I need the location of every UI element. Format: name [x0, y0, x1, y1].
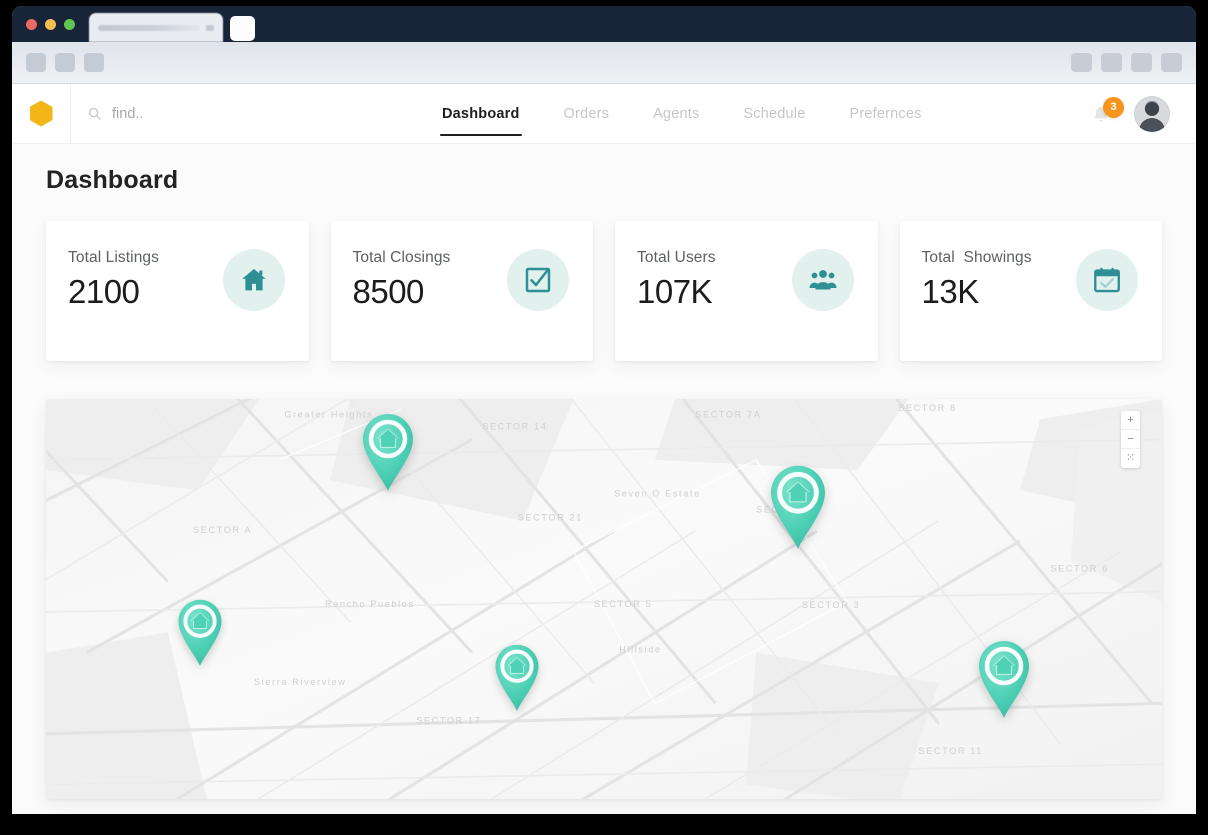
nav-item-schedule[interactable]: Schedule [721, 84, 827, 144]
check-square-icon [525, 267, 551, 293]
extension-button-1[interactable] [1071, 53, 1092, 72]
stat-card-label: Total Listings [68, 249, 160, 266]
browser-tabstrip: x + [12, 6, 1196, 42]
stat-card-text: Total Closings 8500 [353, 247, 451, 311]
avatar[interactable] [1134, 95, 1170, 132]
home-icon [241, 269, 266, 291]
map-marker-2[interactable] [765, 464, 832, 557]
svg-text:SECTOR 14: SECTOR 14 [482, 421, 547, 431]
browser-window: x + [12, 6, 1196, 814]
stat-card-value: 13K [921, 273, 980, 310]
nav-item-orders[interactable]: Orders [542, 84, 632, 144]
hexagon-logo-icon [29, 100, 53, 127]
svg-text:SECTOR 8: SECTOR 8 [898, 403, 956, 413]
svg-text:SECTOR 6: SECTOR 6 [1050, 563, 1108, 573]
map-zoom-in-button[interactable]: + [1121, 411, 1140, 430]
extension-button-2[interactable] [1101, 53, 1122, 72]
window-traffic-lights [26, 6, 89, 42]
new-tab-button[interactable]: + [230, 16, 255, 41]
svg-text:SECTOR 7A: SECTOR 7A [695, 409, 761, 419]
nav-item-agents[interactable]: Agents [631, 84, 721, 144]
map-locate-button[interactable]: ⁙ [1121, 449, 1140, 468]
search-input[interactable] [112, 105, 302, 122]
svg-text:SECTOR A: SECTOR A [193, 525, 252, 535]
users-icon [809, 270, 836, 290]
back-button[interactable] [26, 53, 46, 72]
map-marker-1[interactable] [357, 412, 419, 498]
stat-card-label: Total Closings [352, 249, 451, 266]
stat-card-value: 8500 [352, 273, 425, 310]
browser-toolbar [12, 42, 1196, 84]
stat-card-text: Total Showings 13K [922, 247, 1032, 311]
svg-text:SECTOR 3: SECTOR 3 [802, 600, 860, 610]
stat-card-label: Total Showings [921, 249, 1032, 266]
page-content: Dashboard Total Listings 2100 Total Clos… [12, 144, 1196, 361]
stat-card-icon-circle [507, 249, 569, 311]
stats-card-row: Total Listings 2100 Total Closings 8500 … [46, 221, 1162, 361]
browser-toolbar-left [26, 53, 104, 72]
map-marker-4[interactable] [490, 643, 543, 717]
close-icon[interactable]: x [206, 24, 214, 31]
svg-text:SECTOR 5: SECTOR 5 [594, 599, 652, 609]
stat-card-value: 2100 [68, 273, 140, 310]
stat-card-text: Total Listings 2100 [68, 247, 159, 311]
stat-card-value: 107K [637, 273, 713, 310]
map-zoom-controls[interactable]: + − ⁙ [1121, 411, 1140, 468]
browser-tab-title [98, 24, 200, 31]
reload-button[interactable] [84, 53, 104, 72]
stat-card-icon-circle [791, 249, 854, 311]
app-header: Dashboard Orders Agents Schedule Prefern… [12, 83, 1196, 144]
browser-toolbar-right [1071, 53, 1182, 72]
svg-text:Seven O Estate: Seven O Estate [614, 488, 701, 498]
nav-item-preferences[interactable]: Prefernces [827, 84, 943, 144]
svg-text:SECTOR 21: SECTOR 21 [518, 513, 583, 523]
stat-card-label: Total Users [637, 249, 716, 266]
map-zoom-out-button[interactable]: − [1121, 430, 1140, 449]
application-root: Dashboard Orders Agents Schedule Prefern… [12, 83, 1196, 814]
page-title: Dashboard [46, 166, 179, 194]
stat-card-total-closings[interactable]: Total Closings 8500 [330, 221, 593, 361]
search-box[interactable] [70, 83, 328, 144]
maximize-window-button[interactable] [64, 18, 75, 30]
forward-button[interactable] [55, 53, 75, 72]
calendar-check-icon [1094, 267, 1120, 293]
stat-card-total-listings[interactable]: Total Listings 2100 [46, 221, 309, 361]
properties-map[interactable]: SECTOR 14 SECTOR 7A SECTOR 8 SECTOR 21 S… [46, 399, 1162, 799]
close-window-button[interactable] [26, 18, 37, 30]
browser-tab[interactable]: x [89, 13, 223, 42]
nav-item-dashboard[interactable]: Dashboard [420, 84, 542, 144]
notification-count-badge: 3 [1103, 96, 1124, 118]
screenshot-viewport: x + [0, 0, 1208, 835]
minimize-window-button[interactable] [45, 18, 56, 30]
stat-card-total-users[interactable]: Total Users 107K [615, 221, 878, 361]
stat-card-icon-circle [222, 249, 285, 311]
svg-text:SECTOR 11: SECTOR 11 [918, 746, 982, 756]
svg-text:Sierra Riverview: Sierra Riverview [254, 677, 346, 687]
main-navigation: Dashboard Orders Agents Schedule Prefern… [420, 84, 944, 144]
extension-button-3[interactable] [1131, 53, 1152, 72]
notifications-button[interactable]: 3 [1090, 96, 1124, 127]
app-logo[interactable] [12, 100, 70, 127]
svg-text:Hillside: Hillside [619, 645, 661, 655]
svg-text:SECTOR 17: SECTOR 17 [416, 716, 481, 726]
stat-card-total-showings[interactable]: Total Showings 13K [899, 221, 1162, 361]
app-header-actions: 3 [1090, 95, 1196, 132]
browser-menu-button[interactable] [1161, 53, 1182, 72]
map-marker-5[interactable] [973, 639, 1035, 725]
svg-text:Rancho Pueblos: Rancho Pueblos [325, 599, 415, 609]
map-marker-3[interactable] [173, 598, 226, 672]
search-icon [88, 107, 101, 120]
stat-card-icon-circle [1076, 249, 1138, 311]
stat-card-text: Total Users 107K [637, 247, 716, 311]
